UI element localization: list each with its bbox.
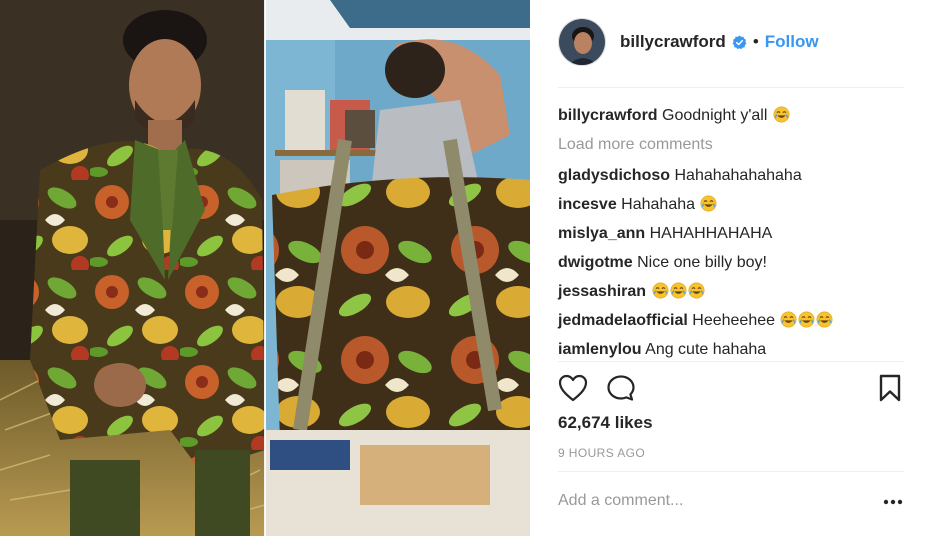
comment-username[interactable]: iamlenylou <box>558 341 642 358</box>
post-photo[interactable] <box>0 0 530 536</box>
post-timestamp: 9 HOURS AGO <box>558 446 646 460</box>
comment-icon[interactable] <box>606 374 636 407</box>
laughing-emoji-icon <box>780 309 797 328</box>
laughing-emoji-icon <box>773 104 790 123</box>
comment-username[interactable]: billycrawford <box>558 107 658 124</box>
laughing-emoji-icon <box>798 309 815 328</box>
header-divider <box>558 87 904 88</box>
more-options-icon[interactable] <box>882 492 904 512</box>
comment-username[interactable]: jessashiran <box>558 283 646 300</box>
bookmark-icon[interactable] <box>878 374 902 407</box>
comment-text: Ang cute hahaha <box>645 341 767 358</box>
action-bar <box>558 372 904 406</box>
list-item: dwigotme Nice one billy boy! <box>558 248 904 277</box>
comment-username[interactable]: dwigotme <box>558 254 633 271</box>
comment-username[interactable]: mislya_ann <box>558 225 645 242</box>
list-item: jessashiran <box>558 277 904 306</box>
follow-button[interactable]: Follow <box>765 32 819 52</box>
separator-dot: • <box>752 32 759 51</box>
heart-icon[interactable] <box>558 374 588 407</box>
comment-text: Nice one billy boy! <box>637 254 767 271</box>
comment-text: Hahahaha <box>621 196 696 213</box>
post-detail-panel: billycrawford • Follow billycrawford Goo… <box>530 0 932 536</box>
add-comment-input[interactable]: Add a comment... <box>558 492 683 510</box>
laughing-emoji-icon <box>670 280 687 299</box>
comments-divider <box>558 361 904 362</box>
laughing-emoji-icon <box>816 309 833 328</box>
avatar[interactable] <box>558 18 606 66</box>
load-more-comments-button[interactable]: Load more comments <box>558 130 904 161</box>
comment-username[interactable]: gladysdichoso <box>558 167 670 184</box>
comment-username[interactable]: incesve <box>558 196 617 213</box>
caption: billycrawford Goodnight y'all <box>558 101 904 130</box>
post-header: billycrawford • Follow <box>558 16 904 68</box>
list-item: incesve Hahahaha <box>558 190 904 219</box>
comment-text: Goodnight y'all <box>662 107 768 124</box>
verified-badge-icon <box>732 34 747 50</box>
laughing-emoji-icon <box>688 280 705 299</box>
laughing-emoji-icon <box>652 280 669 299</box>
list-item: mislya_ann HAHAHHAHAHA <box>558 219 904 248</box>
laughing-emoji-icon <box>700 193 717 212</box>
photo-collage <box>0 0 530 536</box>
username-link[interactable]: billycrawford <box>620 32 726 52</box>
likes-count[interactable]: 62,674 likes <box>558 413 653 433</box>
list-item: iamlenylou Ang cute hahaha <box>558 335 904 364</box>
comments-list: billycrawford Goodnight y'all Load more … <box>558 101 904 364</box>
comment-text: HAHAHHAHAHA <box>649 225 773 242</box>
comment-text: Hahahahahahaha <box>674 167 802 184</box>
list-item: jedmadelaofficial Heeheehee <box>558 306 904 335</box>
comment-username[interactable]: jedmadelaofficial <box>558 312 688 329</box>
actions-divider <box>558 471 904 472</box>
list-item: gladysdichoso Hahahahahahaha <box>558 161 904 190</box>
comment-text: Heeheehee <box>692 312 776 329</box>
